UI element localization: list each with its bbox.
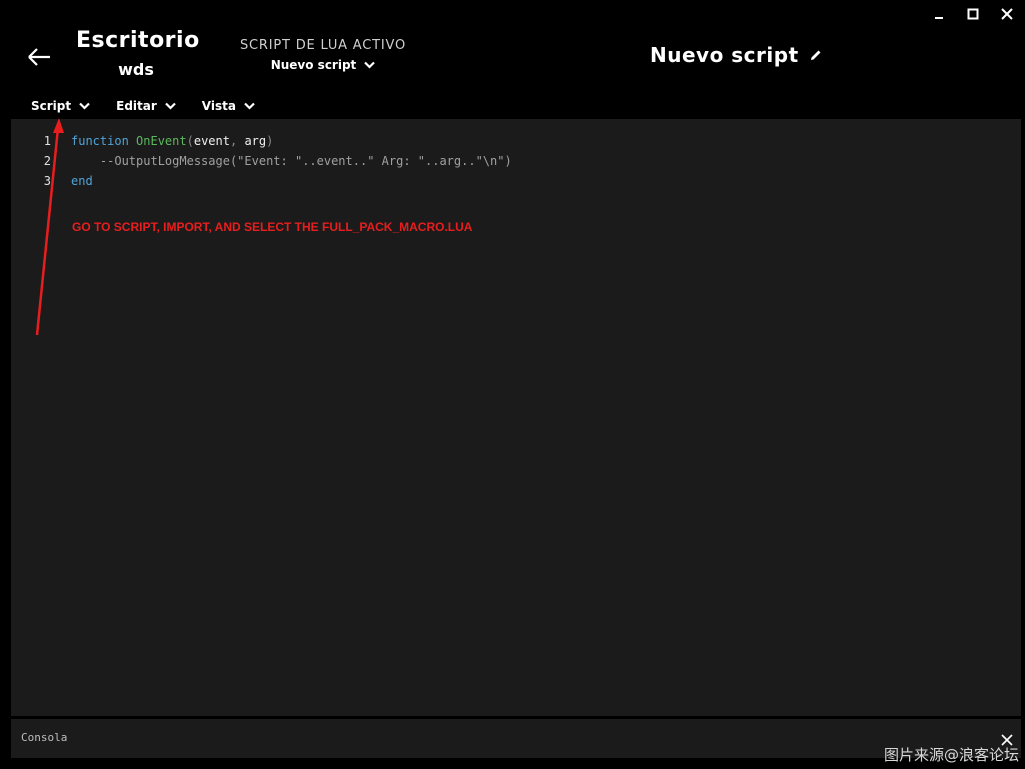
code-line-3: end bbox=[71, 174, 93, 188]
code-line-1: function OnEvent(event, arg) bbox=[71, 131, 512, 151]
menu-vista[interactable]: Vista bbox=[202, 99, 255, 113]
script-title[interactable]: Nuevo script bbox=[650, 43, 823, 67]
watermark: 图片来源@浪客论坛 bbox=[883, 746, 1019, 764]
menu-script[interactable]: Script bbox=[31, 99, 90, 113]
code-function-name: OnEvent bbox=[136, 134, 187, 148]
code-paren: ) bbox=[266, 134, 274, 148]
active-script-value: Nuevo script bbox=[270, 58, 357, 72]
menu-vista-label: Vista bbox=[201, 99, 236, 113]
code-line-2: --OutputLogMessage("Event: "..event.." A… bbox=[71, 154, 512, 168]
line-number: 1 bbox=[43, 134, 51, 148]
profile-subtitle: wds bbox=[118, 60, 154, 79]
code-arg: arg bbox=[244, 134, 267, 148]
chevron-down-icon bbox=[244, 102, 255, 110]
menu-editar-label: Editar bbox=[116, 99, 157, 113]
window-controls bbox=[933, 8, 1013, 20]
pencil-icon[interactable] bbox=[809, 48, 823, 62]
console-close-button[interactable] bbox=[1001, 731, 1013, 746]
console-label: Consola bbox=[21, 731, 68, 744]
code-comma: , bbox=[229, 134, 238, 148]
code-content[interactable]: function OnEvent(event, arg) --OutputLog… bbox=[71, 131, 512, 191]
profile-selector[interactable]: Escritorio wds bbox=[76, 28, 200, 79]
minimize-icon[interactable] bbox=[933, 8, 945, 20]
close-icon[interactable] bbox=[1001, 8, 1013, 20]
code-keyword: function bbox=[71, 134, 129, 148]
menubar: Script Editar Vista bbox=[31, 99, 255, 113]
chevron-down-icon bbox=[79, 102, 90, 110]
line-number: 3 bbox=[43, 174, 51, 188]
active-script-label: SCRIPT DE LUA ACTIVO bbox=[239, 38, 406, 53]
code-paren: ( bbox=[186, 134, 194, 148]
profile-name: Escritorio bbox=[76, 28, 200, 53]
menu-script-label: Script bbox=[31, 99, 72, 113]
active-script-dropdown[interactable]: Nuevo script bbox=[271, 58, 376, 72]
line-number-gutter: 1 2 3 bbox=[33, 131, 51, 191]
arrow-left-icon bbox=[28, 48, 50, 66]
console-panel[interactable]: Consola bbox=[11, 719, 1021, 758]
instruction-annotation: GO TO SCRIPT, IMPORT, AND SELECT THE FUL… bbox=[72, 220, 473, 234]
maximize-icon[interactable] bbox=[967, 8, 979, 20]
chevron-down-icon bbox=[364, 61, 376, 69]
active-script-selector[interactable]: SCRIPT DE LUA ACTIVO Nuevo script bbox=[234, 38, 412, 73]
line-number: 2 bbox=[43, 154, 51, 168]
back-button[interactable] bbox=[26, 46, 52, 68]
script-title-text: Nuevo script bbox=[650, 43, 799, 67]
chevron-down-icon bbox=[165, 102, 176, 110]
menu-editar[interactable]: Editar bbox=[116, 99, 176, 113]
code-editor[interactable]: 1 2 3 function OnEvent(event, arg) --Out… bbox=[11, 119, 1021, 716]
code-arg: event bbox=[193, 134, 230, 148]
